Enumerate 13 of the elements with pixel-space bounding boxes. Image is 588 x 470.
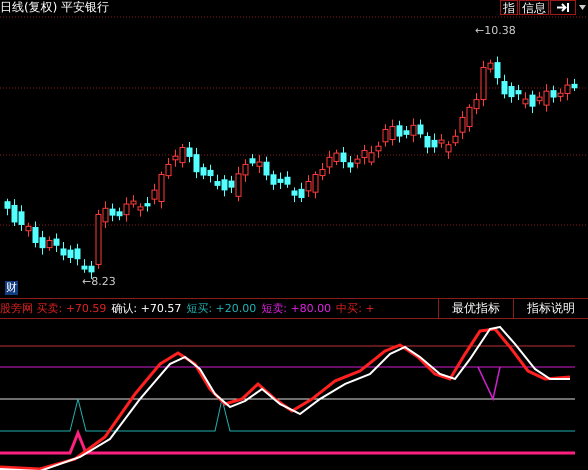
indicator-value: 短买: +20.00 xyxy=(186,301,256,316)
indicator-value: 短卖: +80.00 xyxy=(261,301,332,316)
caret-icon[interactable] xyxy=(579,5,586,10)
chart-title: 日线(复权) 平安银行 xyxy=(0,0,110,15)
arrow-to-bar-icon[interactable] xyxy=(550,0,576,15)
high-price-label: ←10.38 xyxy=(475,24,516,37)
header-button[interactable]: 信息 xyxy=(519,0,549,15)
indicator-value: 股旁网 买卖: +70.59 xyxy=(0,301,106,316)
low-price-label: ←8.23 xyxy=(82,275,116,288)
indicator-value: 确认: +70.57 xyxy=(111,301,182,316)
indicator-value: 中买: + xyxy=(336,301,375,316)
header-button[interactable]: 指 xyxy=(500,0,518,15)
finance-badge[interactable]: 财 xyxy=(5,281,18,295)
